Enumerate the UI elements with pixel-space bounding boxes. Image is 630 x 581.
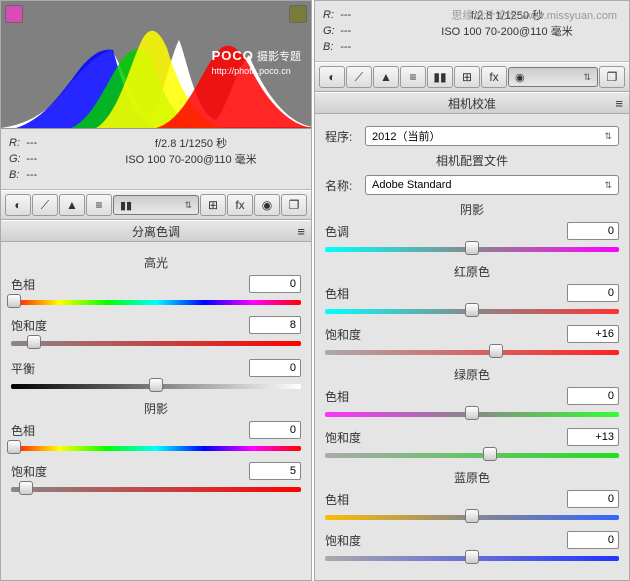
section-header-cal: 相机校准 ≡	[315, 92, 629, 114]
blu-sat-value[interactable]: 0	[567, 531, 619, 549]
tab-lens[interactable]: ⊞	[200, 194, 226, 216]
tab-presets[interactable]: ❐	[281, 194, 307, 216]
red-sat-value[interactable]: +16	[567, 325, 619, 343]
name-label: 名称:	[325, 177, 365, 194]
profile-header: 相机配置文件	[325, 152, 619, 169]
hi-sat-slider[interactable]	[11, 337, 301, 349]
tab-basic[interactable]: ◐	[319, 66, 345, 88]
green-header: 绿原色	[325, 366, 619, 383]
profile-select[interactable]: Adobe Standard	[365, 175, 619, 195]
tint-slider[interactable]	[325, 243, 619, 255]
watermark: POCO 摄影专题 http://photo.poco.cn	[212, 49, 301, 78]
grn-hue-slider[interactable]	[325, 408, 619, 420]
tab-camera[interactable]: ◉	[508, 67, 598, 87]
blu-sat-slider[interactable]	[325, 552, 619, 564]
sh-hue-slider[interactable]	[11, 442, 301, 454]
highlights-label: 高光	[11, 254, 301, 271]
hi-hue-slider[interactable]	[11, 296, 301, 308]
tab-lens[interactable]: ⊞	[454, 66, 480, 88]
exif-info: R: --- G: --- B: --- f/2.8 1/1250 秒 ISO …	[1, 129, 311, 190]
sat-label: 饱和度	[11, 317, 59, 334]
tab-split-toning[interactable]: ▮▮	[427, 66, 453, 88]
histogram: POCO 摄影专题 http://photo.poco.cn	[1, 1, 311, 129]
tab-basic[interactable]: ◐	[5, 194, 31, 216]
tab-fx[interactable]: fx	[227, 194, 253, 216]
blu-hue-slider[interactable]	[325, 511, 619, 523]
red-sat-slider[interactable]	[325, 346, 619, 358]
balance-value[interactable]: 0	[249, 359, 301, 377]
tab-hsl[interactable]: ≡	[86, 194, 112, 216]
tab-camera[interactable]: ◉	[254, 194, 280, 216]
shadows-label: 阴影	[11, 400, 301, 417]
process-select[interactable]: 2012（当前）	[365, 126, 619, 146]
grn-hue-value[interactable]: 0	[567, 387, 619, 405]
hi-sat-value[interactable]: 8	[249, 316, 301, 334]
tint-value[interactable]: 0	[567, 222, 619, 240]
sh-sat-value[interactable]: 5	[249, 462, 301, 480]
grn-sat-value[interactable]: +13	[567, 428, 619, 446]
page-watermark: 思缘设计论坛 www.missyuan.com	[451, 7, 617, 23]
balance-slider[interactable]	[11, 380, 301, 392]
panel-menu-icon[interactable]: ≡	[297, 224, 305, 239]
red-header: 红原色	[325, 263, 619, 280]
tab-hsl[interactable]: ≡	[400, 66, 426, 88]
balance-label: 平衡	[11, 360, 59, 377]
tab-fx[interactable]: fx	[481, 66, 507, 88]
sh-sat-slider[interactable]	[11, 483, 301, 495]
hi-hue-value[interactable]: 0	[249, 275, 301, 293]
section-header-split: 分离色调 ≡	[1, 220, 311, 242]
tab-curve[interactable]: ⟋	[32, 194, 58, 216]
shadow-header: 阴影	[325, 201, 619, 218]
process-label: 程序:	[325, 128, 365, 145]
tab-split-toning[interactable]: ▮▮	[113, 195, 199, 215]
hue-label: 色相	[11, 276, 59, 293]
panel-tabs-right: ◐ ⟋ ▲ ≡ ▮▮ ⊞ fx ◉ ❐	[315, 62, 629, 92]
tab-detail[interactable]: ▲	[373, 66, 399, 88]
blu-hue-value[interactable]: 0	[567, 490, 619, 508]
tab-presets[interactable]: ❐	[599, 66, 625, 88]
panel-menu-icon[interactable]: ≡	[615, 96, 623, 111]
sh-hue-value[interactable]: 0	[249, 421, 301, 439]
panel-tabs-left: ◐ ⟋ ▲ ≡ ▮▮ ⊞ fx ◉ ❐	[1, 190, 311, 220]
red-hue-slider[interactable]	[325, 305, 619, 317]
tab-curve[interactable]: ⟋	[346, 66, 372, 88]
rgb-readout: R: --- G: --- B: ---	[9, 135, 79, 183]
grn-sat-slider[interactable]	[325, 449, 619, 461]
tab-detail[interactable]: ▲	[59, 194, 85, 216]
red-hue-value[interactable]: 0	[567, 284, 619, 302]
blue-header: 蓝原色	[325, 469, 619, 486]
